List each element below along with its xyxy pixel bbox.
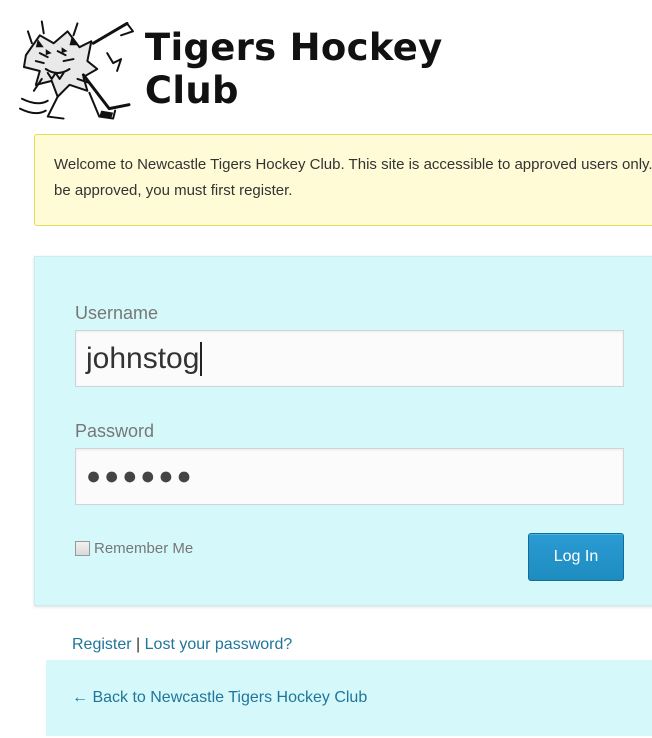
remember-me-checkbox[interactable] bbox=[75, 541, 90, 556]
username-input[interactable]: johnstog bbox=[75, 330, 624, 387]
login-form: Username johnstog Password ●●●●●● Rememb… bbox=[34, 256, 652, 606]
back-to-site-link[interactable]: ← Back to Newcastle Tigers Hockey Club bbox=[72, 689, 367, 707]
register-link[interactable]: Register bbox=[72, 636, 132, 653]
password-masked-value: ●●●●●● bbox=[86, 462, 195, 490]
site-title: Tigers Hockey Club bbox=[144, 26, 443, 112]
welcome-notice: Welcome to Newcastle Tigers Hockey Club.… bbox=[34, 134, 652, 226]
notice-message: Welcome to Newcastle Tigers Hockey Club.… bbox=[54, 156, 652, 199]
password-input[interactable]: ●●●●●● bbox=[75, 448, 624, 505]
text-caret bbox=[200, 341, 203, 376]
link-separator: | bbox=[136, 636, 141, 653]
username-label: Username bbox=[75, 303, 159, 323]
log-in-button[interactable]: Log In bbox=[528, 533, 624, 581]
remember-me-label: Remember Me bbox=[94, 540, 194, 557]
site-logo: Tigers Hockey Club bbox=[18, 10, 546, 128]
tiger-hockey-mascot-icon bbox=[18, 20, 134, 120]
password-label: Password bbox=[75, 421, 155, 441]
lost-password-link[interactable]: Lost your password? bbox=[145, 636, 293, 653]
back-to-site-bar: ← Back to Newcastle Tigers Hockey Club bbox=[46, 660, 652, 736]
login-nav-links: Register | Lost your password? bbox=[72, 636, 292, 654]
remember-me[interactable]: Remember Me bbox=[75, 540, 193, 557]
username-value: johnstog bbox=[86, 341, 200, 375]
